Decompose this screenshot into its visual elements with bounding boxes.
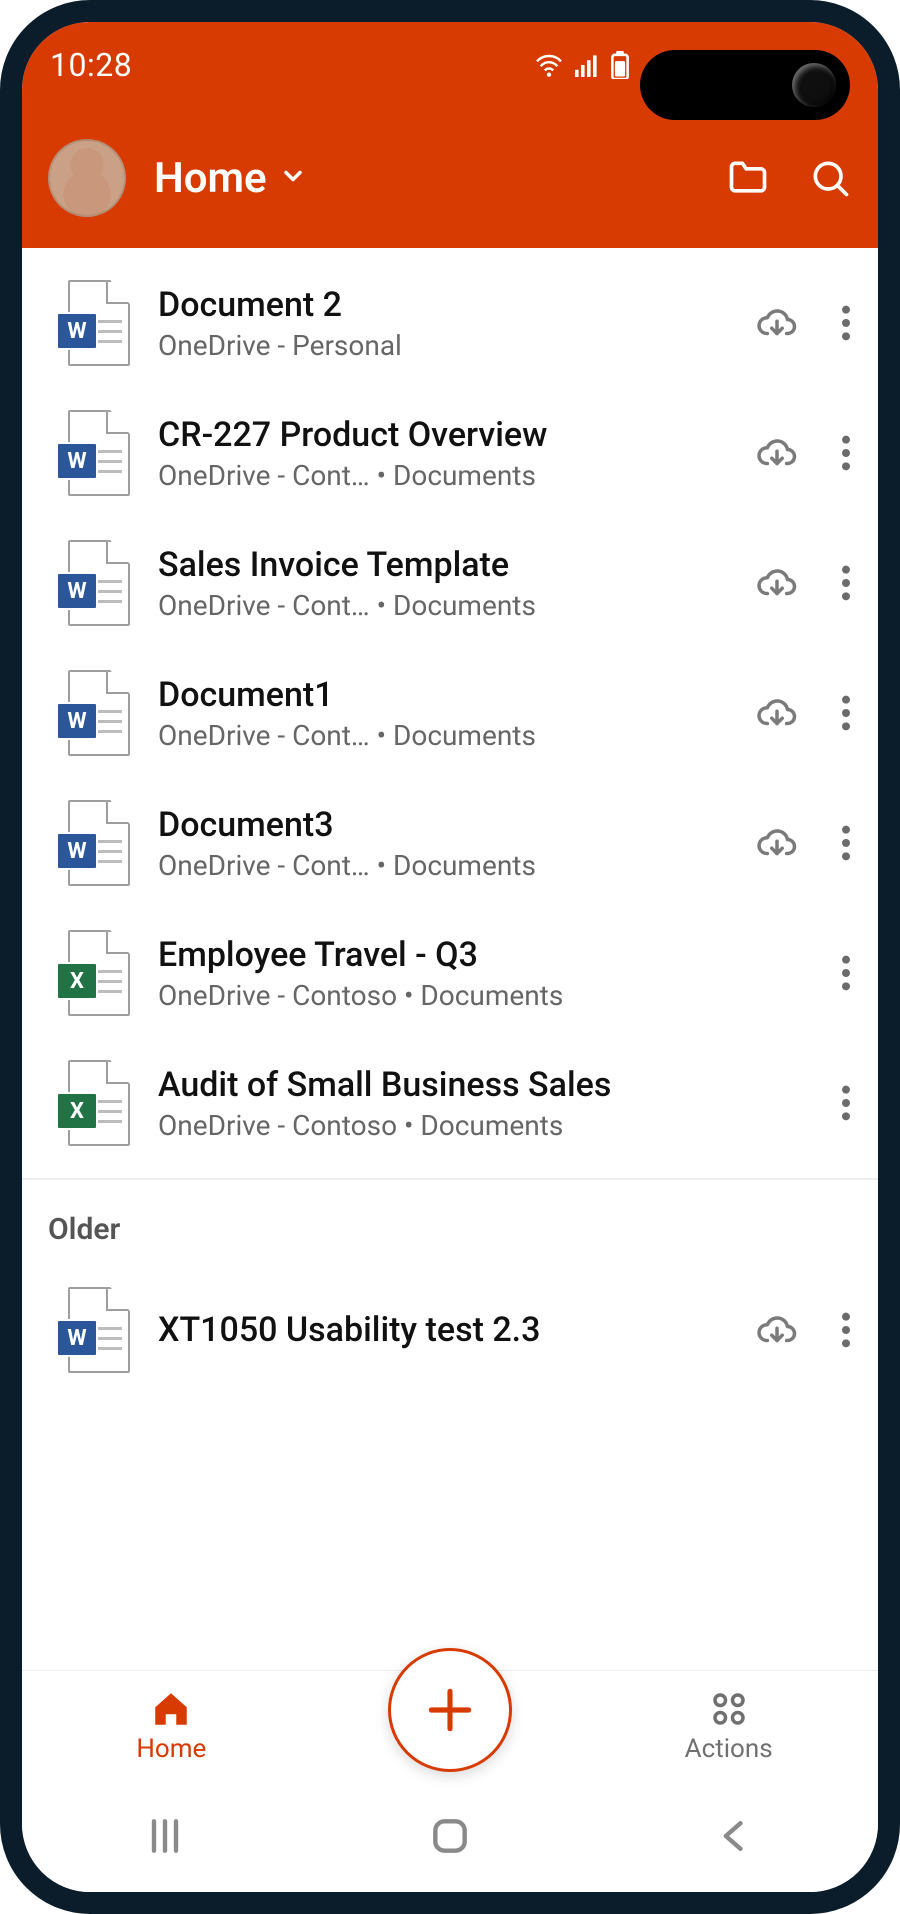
file-text: CR-227 Product Overview OneDrive - Cont… … — [158, 415, 728, 492]
file-text: Document1 OneDrive - Cont… • Documents — [158, 675, 728, 752]
file-subtitle: OneDrive - Cont… • Documents — [158, 719, 728, 752]
file-row[interactable]: W Document3 OneDrive - Cont… • Documents — [22, 778, 878, 908]
nav-home[interactable]: Home — [81, 1688, 261, 1764]
more-icon[interactable] — [840, 953, 852, 993]
file-row[interactable]: W XT1050 Usability test 2.3 — [22, 1265, 878, 1395]
word-file-icon: W — [56, 670, 130, 756]
nav-home-label: Home — [136, 1734, 206, 1764]
cloud-download-icon[interactable] — [756, 562, 798, 604]
more-icon[interactable] — [840, 1310, 852, 1350]
cloud-download-icon[interactable] — [756, 302, 798, 344]
more-icon[interactable] — [840, 823, 852, 863]
battery-icon — [610, 51, 630, 79]
more-icon[interactable] — [840, 1083, 852, 1123]
signal-icon — [574, 53, 600, 77]
system-nav — [22, 1780, 878, 1892]
file-title: Audit of Small Business Sales — [158, 1065, 812, 1105]
folder-icon[interactable] — [726, 156, 770, 200]
app-header: Home — [22, 108, 878, 248]
new-button[interactable] — [388, 1648, 512, 1772]
page-title: Home — [154, 154, 267, 203]
content-scroll[interactable]: W Document 2 OneDrive - Personal W CR-227 Pr… — [22, 248, 878, 1682]
cloud-download-icon[interactable] — [756, 432, 798, 474]
more-icon[interactable] — [840, 303, 852, 343]
word-file-icon: W — [56, 1287, 130, 1373]
file-title: Document 2 — [158, 285, 728, 325]
avatar[interactable] — [48, 139, 126, 217]
file-row[interactable]: W CR-227 Product Overview OneDrive - Cont…… — [22, 388, 878, 518]
sys-home-icon[interactable] — [428, 1814, 472, 1858]
file-title: Employee Travel - Q3 — [158, 935, 812, 975]
file-text: XT1050 Usability test 2.3 — [158, 1310, 728, 1350]
file-row[interactable]: W Sales Invoice Template OneDrive - Cont… … — [22, 518, 878, 648]
word-file-icon: W — [56, 800, 130, 886]
file-subtitle: OneDrive - Cont… • Documents — [158, 849, 728, 882]
word-file-icon: W — [56, 410, 130, 496]
file-title: Document1 — [158, 675, 728, 715]
file-row[interactable]: X Audit of Small Business Sales OneDrive -… — [22, 1038, 878, 1168]
file-text: Sales Invoice Template OneDrive - Cont… •… — [158, 545, 728, 622]
nav-actions-label: Actions — [685, 1734, 773, 1764]
file-row[interactable]: W Document1 OneDrive - Cont… • Documents — [22, 648, 878, 778]
more-icon[interactable] — [840, 563, 852, 603]
file-title: Sales Invoice Template — [158, 545, 728, 585]
wifi-icon — [534, 53, 564, 77]
view-switcher[interactable]: Home — [154, 154, 698, 203]
file-subtitle: OneDrive - Cont… • Documents — [158, 459, 728, 492]
file-text: Document 2 OneDrive - Personal — [158, 285, 728, 362]
nav-actions[interactable]: Actions — [639, 1688, 819, 1764]
cloud-download-icon[interactable] — [756, 692, 798, 734]
excel-file-icon: X — [56, 930, 130, 1016]
file-text: Audit of Small Business Sales OneDrive - … — [158, 1065, 812, 1142]
file-title: Document3 — [158, 805, 728, 845]
file-subtitle: OneDrive - Cont… • Documents — [158, 589, 728, 622]
word-file-icon: W — [56, 280, 130, 366]
file-text: Document3 OneDrive - Cont… • Documents — [158, 805, 728, 882]
chevron-down-icon — [279, 162, 307, 194]
more-icon[interactable] — [840, 693, 852, 733]
sys-back-icon[interactable] — [713, 1814, 757, 1858]
word-file-icon: W — [56, 540, 130, 626]
section-older: Older — [22, 1180, 878, 1255]
file-row[interactable]: X Employee Travel - Q3 OneDrive - Contoso … — [22, 908, 878, 1038]
file-subtitle: OneDrive - Personal — [158, 329, 728, 362]
more-icon[interactable] — [840, 433, 852, 473]
file-title: XT1050 Usability test 2.3 — [158, 1310, 728, 1350]
cloud-download-icon[interactable] — [756, 822, 798, 864]
file-subtitle: OneDrive - Contoso • Documents — [158, 1109, 812, 1142]
cloud-download-icon[interactable] — [756, 1309, 798, 1351]
camera-cutout — [640, 50, 850, 120]
file-text: Employee Travel - Q3 OneDrive - Contoso •… — [158, 935, 812, 1012]
file-title: CR-227 Product Overview — [158, 415, 728, 455]
file-row[interactable]: W Document 2 OneDrive - Personal — [22, 258, 878, 388]
file-subtitle: OneDrive - Contoso • Documents — [158, 979, 812, 1012]
sys-recents-icon[interactable] — [143, 1814, 187, 1858]
status-time: 10:28 — [50, 46, 132, 84]
search-icon[interactable] — [808, 156, 852, 200]
excel-file-icon: X — [56, 1060, 130, 1146]
